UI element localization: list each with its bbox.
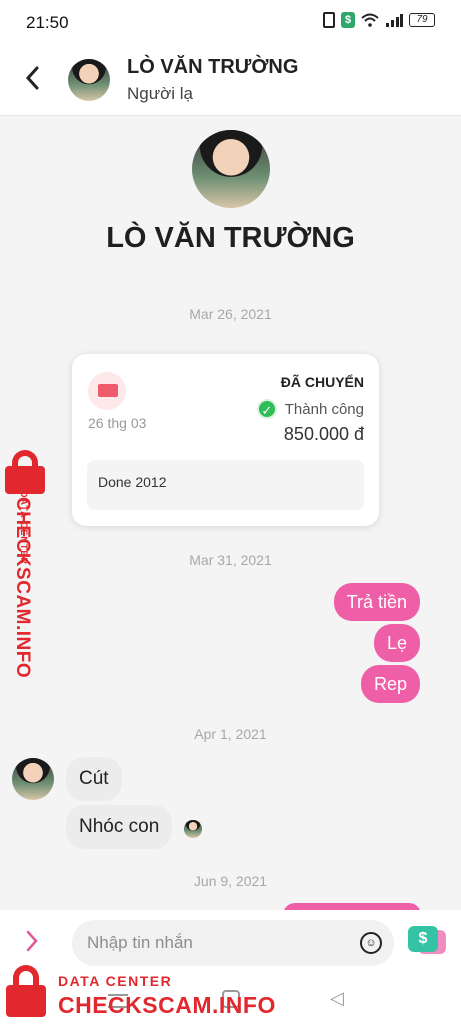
date-separator: Mar 26, 2021 — [189, 306, 272, 322]
transfer-date: 26 thg 03 — [88, 415, 147, 431]
transfer-note: Done 2012 — [87, 460, 364, 510]
status-bar: 21:50 $ 79 — [0, 0, 461, 44]
emoji-icon[interactable]: ☺ — [360, 932, 382, 954]
received-message[interactable]: Cút — [66, 757, 122, 801]
watermark-bottom: DATA CENTER CHECKSCAM.INFO — [0, 965, 300, 1021]
status-time: 21:50 — [26, 13, 69, 32]
contact-subtitle: Người lạ — [127, 84, 193, 103]
message-input[interactable] — [72, 920, 394, 966]
lock-icon — [2, 450, 48, 494]
money-icon: $ — [341, 12, 355, 28]
battery-icon: 79 — [409, 13, 435, 27]
chevron-left-icon — [25, 66, 39, 90]
expand-button[interactable] — [24, 928, 40, 960]
date-separator: Apr 1, 2021 — [194, 726, 267, 742]
watermark-big-text: CHECKSCAM.INFO — [12, 497, 33, 679]
send-money-button[interactable]: $ — [408, 924, 446, 960]
transfer-card[interactable]: 26 thg 03 ĐÃ CHUYỂN ✓ Thành công 850.000… — [72, 354, 379, 526]
watermark-small-text: DATA CENTER — [58, 973, 173, 989]
sender-avatar[interactable] — [12, 758, 54, 800]
lock-icon — [4, 965, 48, 1021]
transfer-icon-wrap — [88, 372, 126, 410]
header-avatar[interactable] — [68, 59, 110, 101]
transfer-status: ĐÃ CHUYỂN — [280, 374, 364, 390]
transfer-result-label: Thành công — [284, 400, 364, 418]
date-separator: Jun 9, 2021 — [193, 873, 268, 889]
transfer-result: ✓ Thành công — [256, 399, 364, 419]
back-button[interactable] — [22, 64, 48, 94]
chevron-right-icon — [26, 930, 38, 952]
vibrate-icon — [323, 12, 335, 28]
watermark-side: DATA CENTER CHECKSCAM.INFO — [0, 450, 50, 680]
check-icon: ✓ — [256, 399, 277, 419]
seen-avatar — [184, 820, 202, 838]
chat-header: LÒ VĂN TRƯỜNG Người lạ — [0, 44, 461, 116]
sent-message[interactable]: Lẹ — [373, 624, 420, 662]
signal-icon — [386, 14, 403, 27]
profile-avatar[interactable] — [192, 130, 270, 208]
money-transfer-icon — [98, 384, 118, 397]
received-message[interactable]: Nhóc con — [66, 805, 173, 849]
sent-message[interactable]: Rep — [360, 665, 420, 703]
nav-back-button[interactable]: ◁ — [330, 988, 344, 1009]
watermark-big-text: CHECKSCAM.INFO — [58, 992, 276, 1018]
profile-name: LÒ VĂN TRƯỜNG — [106, 222, 355, 254]
wifi-icon — [361, 13, 379, 27]
contact-name[interactable]: LÒ VĂN TRƯỜNG — [127, 56, 298, 79]
date-separator: Mar 31, 2021 — [189, 552, 272, 568]
transfer-amount: 850.000 đ — [283, 424, 364, 444]
status-icons: $ 79 — [323, 12, 435, 28]
dollar-icon: $ — [408, 926, 438, 952]
watermark-side-text: DATA CENTER CHECKSCAM.INFO — [4, 491, 50, 679]
sent-message[interactable]: Trả tiền — [333, 583, 420, 621]
